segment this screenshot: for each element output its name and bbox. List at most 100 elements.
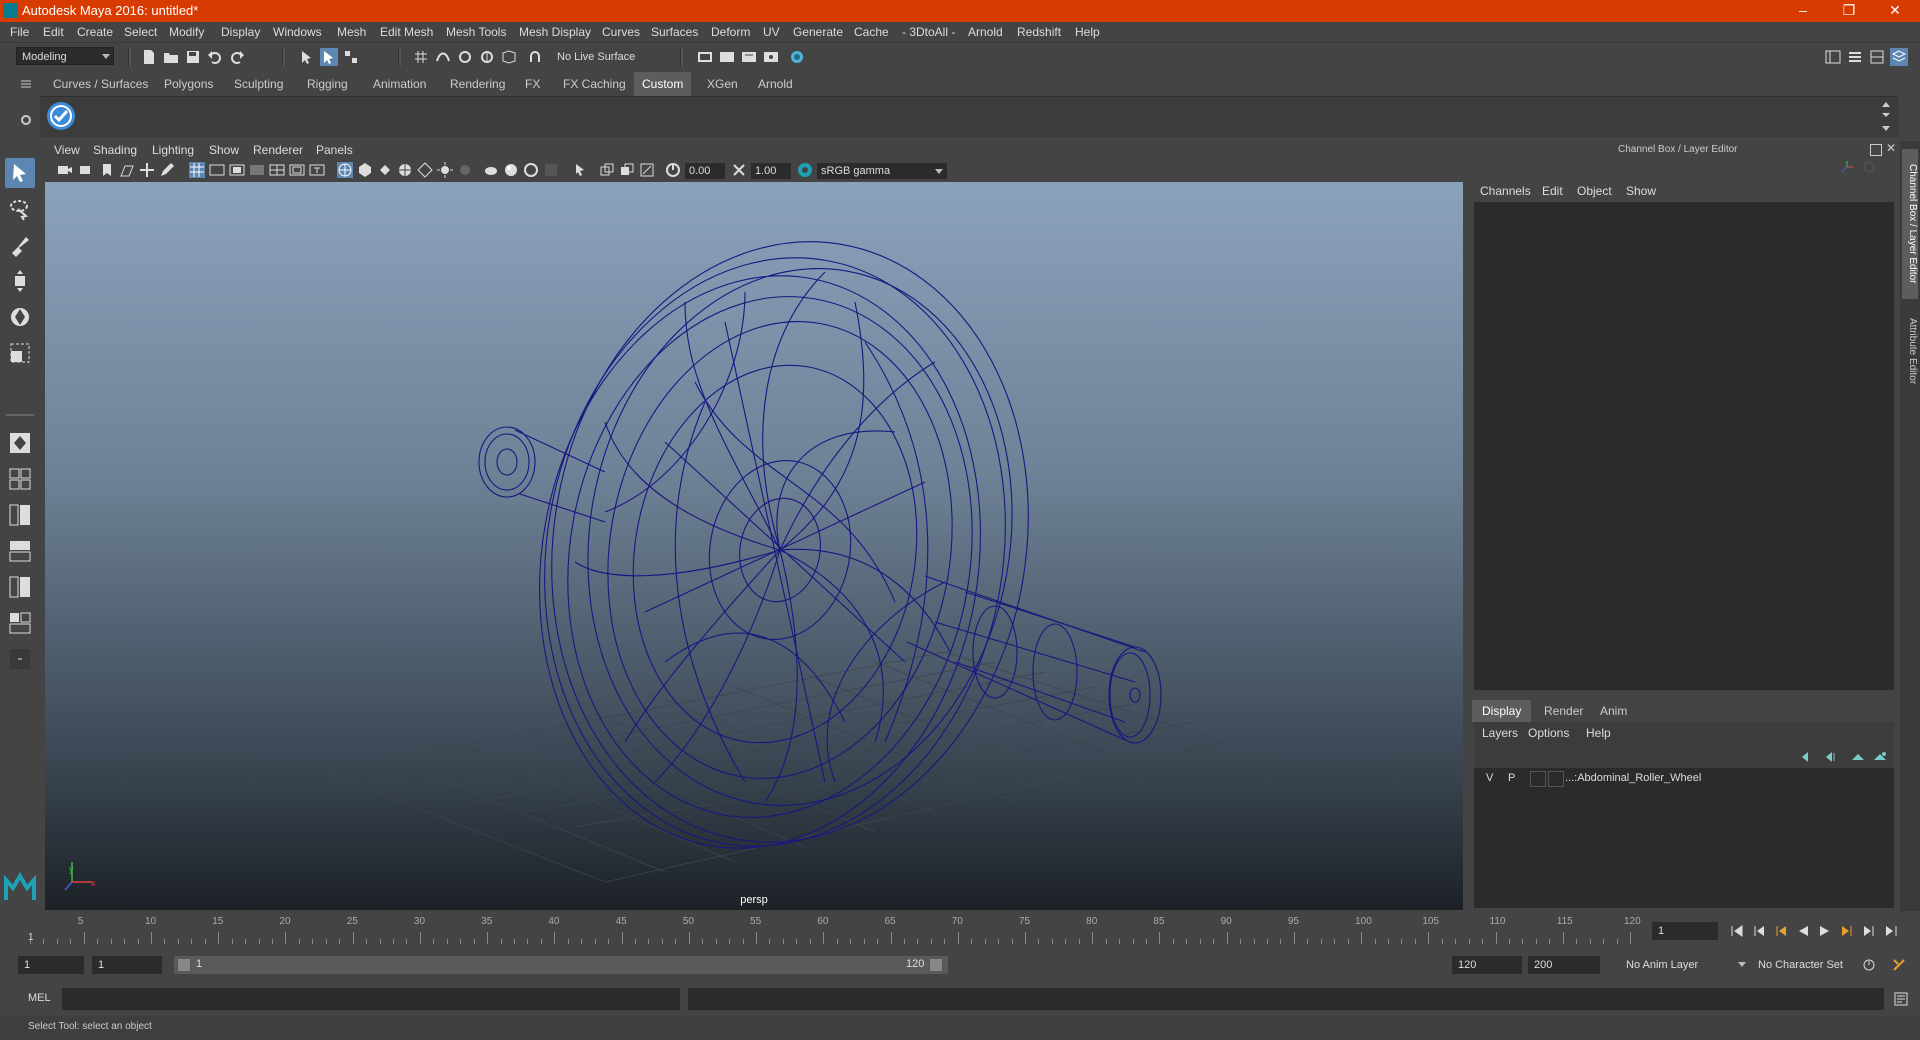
panel-menu-lighting[interactable]: Lighting [152,143,194,157]
tab-render[interactable]: Render [1534,700,1593,722]
tab-custom[interactable]: Custom [634,72,692,96]
screen-space-ao-icon[interactable] [483,162,499,178]
menu-mesh-display[interactable]: Mesh Display [519,25,591,39]
tab-rendering[interactable]: Rendering [442,72,513,96]
menu-surfaces[interactable]: Surfaces [651,25,698,39]
undo-icon[interactable] [206,48,224,66]
channel-box-body[interactable] [1474,202,1894,690]
step-forward-key-icon[interactable] [1860,922,1878,940]
perspective-viewport[interactable]: y x persp [45,182,1463,910]
depth-of-field-icon[interactable] [543,162,559,178]
wireframe-on-shaded-icon[interactable] [377,162,393,178]
hypershade-layout-icon[interactable] [5,608,35,638]
menu-arnold[interactable]: Arnold [968,25,1003,39]
save-scene-icon[interactable] [184,48,202,66]
all-lights-icon[interactable] [417,162,433,178]
step-back-key-icon[interactable] [1750,922,1768,940]
menu-edit-mesh[interactable]: Edit Mesh [380,25,433,39]
render-current-icon[interactable] [718,48,736,66]
close-panel-icon[interactable]: ✕ [1886,141,1896,155]
gamma-icon[interactable] [731,162,747,178]
render-view-icon[interactable] [762,48,780,66]
magnet-icon[interactable] [526,48,544,66]
panel-menu-view[interactable]: View [54,143,80,157]
menu-create[interactable]: Create [77,25,113,39]
grid-toggle-icon[interactable] [189,162,205,178]
workspace-icon[interactable] [1824,48,1842,66]
channel-box-toggle-icon[interactable] [1890,48,1908,66]
layout-more-icon[interactable] [5,644,35,674]
show-menu[interactable]: Show [1626,184,1656,198]
lasso-tool-icon[interactable] [5,194,35,224]
command-language-label[interactable]: MEL [28,992,51,1004]
tab-animation[interactable]: Animation [365,72,434,96]
use-lights-icon[interactable] [437,162,453,178]
time-slider-track[interactable]: 5 10 15 20 25 30 35 40 45 50 55 60 65 70 75 80 85 90 95 100… [26,914,1646,946]
new-layer-selected-icon[interactable] [1872,750,1888,764]
resolution-gate-icon[interactable] [229,162,245,178]
edit-menu[interactable]: Edit [1542,184,1563,198]
play-backward-icon[interactable] [1794,922,1812,940]
playback-start-field[interactable]: 1 [92,956,162,974]
outliner-layout-icon[interactable] [5,572,35,602]
new-empty-layer-icon[interactable] [1850,750,1866,764]
go-to-start-icon[interactable] [1728,922,1746,940]
persp-outliner-layout-icon[interactable] [5,500,35,530]
persp-graph-layout-icon[interactable] [5,536,35,566]
layers-menu[interactable]: Layers [1482,726,1518,740]
menu-file[interactable]: File [10,25,29,39]
ipr-render-icon[interactable] [740,48,758,66]
tab-arnold[interactable]: Arnold [750,72,801,96]
menu-generate[interactable]: Generate [793,25,843,39]
xray-icon[interactable] [599,162,615,178]
go-to-end-icon[interactable] [1882,922,1900,940]
shelf-scroll-icon[interactable] [1880,99,1892,135]
snap-curve-icon[interactable] [434,48,452,66]
anti-aliasing-icon[interactable] [523,162,539,178]
layer-color-swatch[interactable] [1548,771,1564,787]
gamma-field[interactable]: 1.00 [751,163,791,179]
menu-mesh-tools[interactable]: Mesh Tools [446,25,506,39]
menu-set-dropdown[interactable]: Modeling [16,47,114,65]
layout-icon[interactable] [1868,48,1886,66]
textured-icon[interactable] [397,162,413,178]
two-d-pan-icon[interactable] [139,162,155,178]
menu-windows[interactable]: Windows [273,25,322,39]
bookmark-icon[interactable] [99,162,115,178]
move-layer-up-icon[interactable] [1800,750,1816,764]
render-settings-icon[interactable] [696,48,714,66]
motion-blur-icon[interactable] [503,162,519,178]
safe-title-icon[interactable] [309,162,325,178]
menu-help[interactable]: Help [1075,25,1100,39]
hypershade-icon[interactable] [788,48,806,66]
image-plane-icon[interactable] [119,162,135,178]
tab-polygons[interactable]: Polygons [156,72,221,96]
tab-fx-caching[interactable]: FX Caching [555,72,634,96]
panel-menu-shading[interactable]: Shading [93,143,137,157]
film-gate-icon[interactable] [209,162,225,178]
tab-curves-surfaces[interactable]: Curves / Surfaces [45,72,156,96]
range-start-handle[interactable] [178,959,190,971]
custom-check-tool-icon[interactable] [46,101,76,131]
menu-display[interactable]: Display [221,25,260,39]
menu-modify[interactable]: Modify [169,25,204,39]
tab-display[interactable]: Display [1472,700,1532,722]
layer-visibility-toggle[interactable]: V [1486,772,1493,784]
layer-playback-toggle[interactable]: P [1508,772,1515,784]
step-forward-frame-icon[interactable] [1838,922,1856,940]
scale-tool-icon[interactable] [5,338,35,368]
object-menu[interactable]: Object [1577,184,1612,198]
select-tool-icon[interactable] [5,158,35,188]
tab-fx[interactable]: FX [517,72,548,96]
help-menu[interactable]: Help [1586,726,1611,740]
start-time-field[interactable]: 1 [18,956,84,974]
panel-menu-renderer[interactable]: Renderer [253,143,303,157]
channels-menu[interactable]: Channels [1480,184,1531,198]
layer-type-toggle[interactable] [1530,771,1546,787]
menu-select[interactable]: Select [124,25,157,39]
make-live-icon[interactable] [500,48,518,66]
layer-name[interactable]: ...:Abdominal_Roller_Wheel [1565,772,1701,784]
color-management-icon[interactable] [797,162,813,178]
tab-channel-box-layer-editor[interactable]: Channel Box / Layer Editor [1902,149,1918,299]
auto-key-icon[interactable] [1860,956,1878,974]
